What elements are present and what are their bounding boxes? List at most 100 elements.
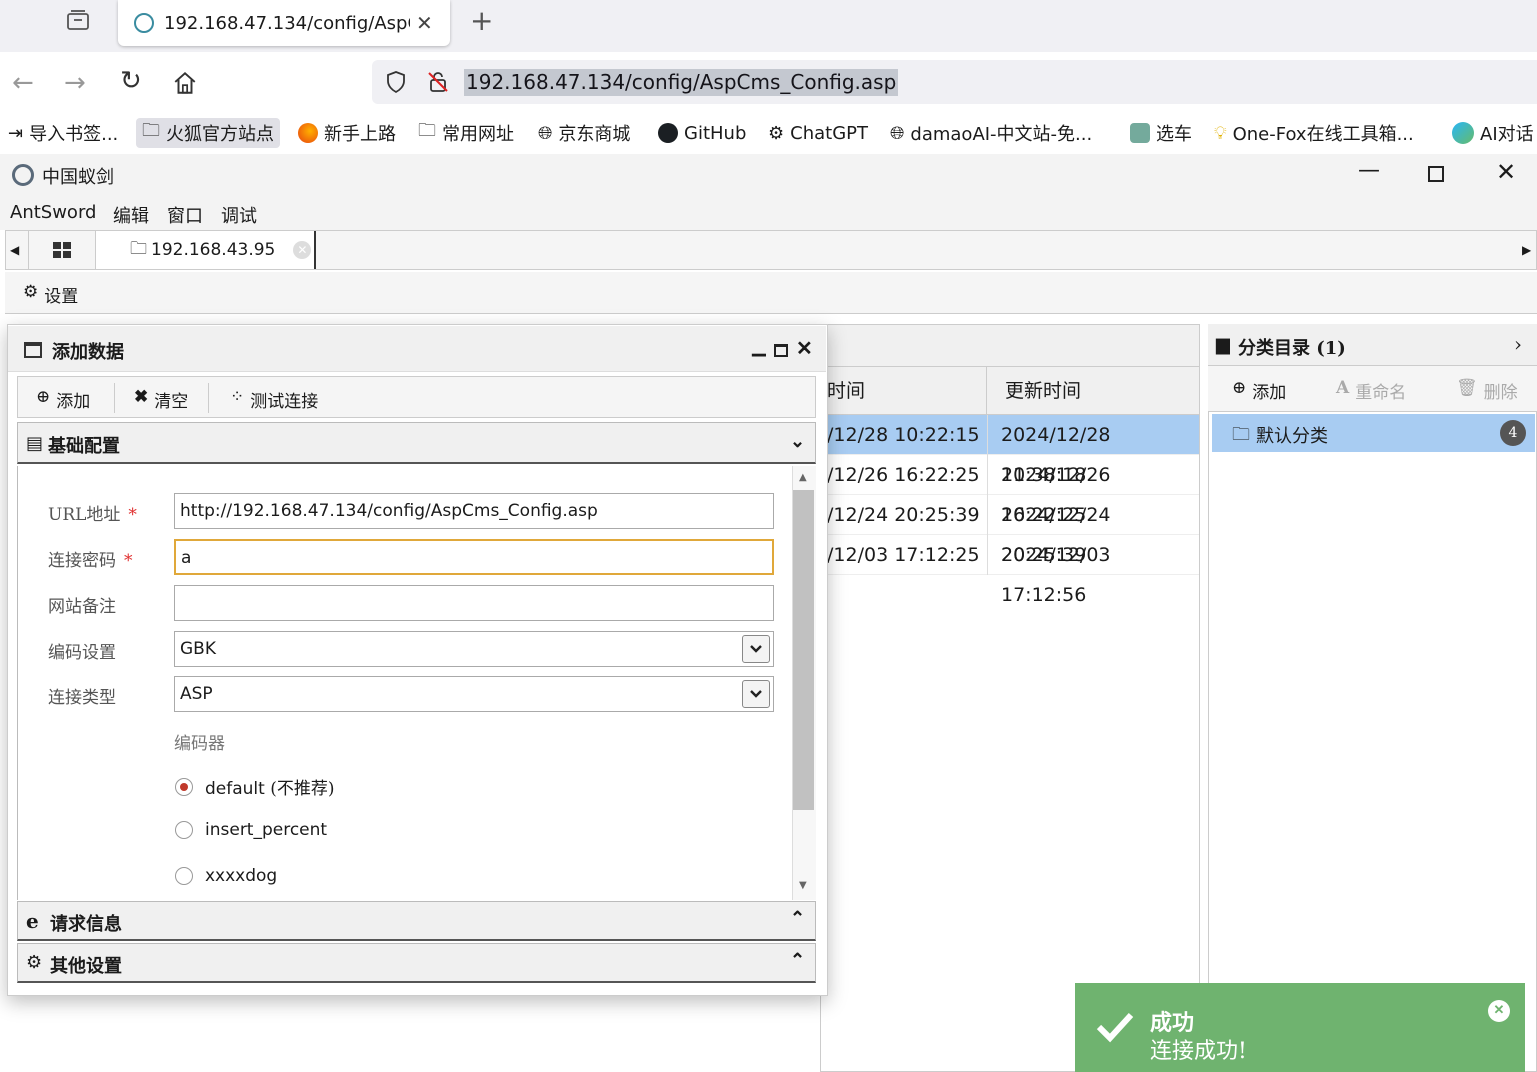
toast-close-icon[interactable]: ✕: [1488, 1000, 1510, 1022]
dialog-close-icon[interactable]: ✕: [796, 336, 813, 360]
plus-circle-icon: ⊕: [1232, 378, 1247, 398]
menu-debug[interactable]: 调试: [221, 202, 257, 228]
scrollbar-thumb[interactable]: [793, 490, 814, 810]
bookmark-jd[interactable]: 🌐︎ 京东商城: [538, 118, 630, 148]
radio-button[interactable]: [175, 867, 193, 885]
encoder-option-xxxxdog[interactable]: xxxxdog: [175, 866, 277, 886]
category-item-default[interactable]: 🗀 默认分类 4: [1212, 414, 1535, 452]
table-row[interactable]: /12/24 20:25:39 2024/12/24 20:25:39: [821, 495, 1199, 566]
forward-icon[interactable]: →: [64, 68, 86, 98]
url-input[interactable]: http://192.168.47.134/config/AspCms_Conf…: [174, 493, 774, 529]
tab-shell[interactable]: 🗀 192.168.43.95 ✕: [96, 231, 316, 269]
github-icon: [658, 123, 678, 143]
tab-scroll-right-icon[interactable]: ▶: [1522, 243, 1531, 257]
tab-home[interactable]: [28, 231, 96, 269]
column-updated-time[interactable]: 更新时间: [987, 367, 1199, 415]
bookmark-chatgpt[interactable]: ⚙︎ ChatGPT: [768, 118, 868, 148]
font-icon: A: [1336, 378, 1350, 398]
scroll-up-icon[interactable]: ▲: [799, 472, 807, 483]
table-row[interactable]: /12/03 17:12:25 2024/12/03 17:12:56: [821, 535, 1199, 606]
close-tab-icon[interactable]: ✕: [293, 241, 312, 259]
toolbar-divider: [114, 383, 115, 413]
bookmark-onefox[interactable]: 💡︎ One-Fox在线工具箱...: [1214, 118, 1414, 148]
encoding-value: GBK: [180, 639, 216, 659]
table-row[interactable]: /12/28 10:22:15 2024/12/28 11:38:18: [821, 415, 1199, 486]
category-count-badge: 4: [1500, 420, 1526, 446]
app-titlebar: 中国蚁剑 — ✕: [0, 154, 1537, 196]
dialog-maximize-icon[interactable]: [774, 344, 788, 357]
gear-icon: ⚙: [23, 282, 39, 302]
tab-shell-label: 192.168.43.95: [151, 240, 276, 260]
browser-tab[interactable]: 192.168.47.134/config/AspC ✕: [118, 0, 450, 46]
ai-icon: [1452, 122, 1474, 144]
category-title: 分类目录 (1): [1238, 338, 1346, 359]
tab-overview-icon[interactable]: [66, 8, 90, 32]
section-title: 基础配置: [48, 436, 120, 457]
bookmark-firefox-site[interactable]: 🗀 火狐官方站点: [136, 118, 280, 148]
check-icon: [1095, 1011, 1135, 1047]
note-input[interactable]: [174, 585, 774, 621]
collapse-panel-icon[interactable]: ›: [1514, 332, 1522, 356]
close-window-icon[interactable]: ✕: [1496, 158, 1516, 186]
clear-button[interactable]: ✖ 清空: [134, 387, 188, 412]
insecure-lock-icon[interactable]: [426, 70, 450, 94]
maximize-icon[interactable]: [1428, 166, 1444, 182]
back-icon[interactable]: ←: [12, 68, 34, 98]
shield-icon[interactable]: [384, 70, 408, 94]
bookmark-car[interactable]: 选车: [1130, 118, 1192, 148]
close-tab-icon[interactable]: ✕: [416, 11, 433, 35]
section-basic-config[interactable]: ▤ 基础配置 ⌄: [17, 422, 816, 464]
minimize-icon[interactable]: —: [1358, 158, 1380, 183]
new-tab-icon[interactable]: +: [470, 4, 493, 37]
firefox-icon: [298, 123, 318, 143]
spinner-icon: ⁘: [230, 387, 245, 407]
chevron-down-icon[interactable]: [742, 635, 770, 663]
bookmark-import[interactable]: ⇥ 导入书签...: [8, 118, 118, 148]
settings-toolbar: ⚙ 设置: [5, 272, 1537, 314]
test-connection-button[interactable]: ⁘ 测试连接: [230, 387, 318, 412]
grid-icon: [53, 242, 71, 258]
encoder-option-insert-percent[interactable]: insert_percent: [175, 820, 327, 840]
rename-category-button[interactable]: A 重命名: [1336, 378, 1406, 403]
chevron-down-icon: ⌄: [790, 431, 806, 452]
section-request-info[interactable]: e 请求信息 ⌃: [17, 901, 816, 941]
bookmark-ai-chat[interactable]: AI对话: [1452, 118, 1534, 148]
bookmark-getting-started[interactable]: 新手上路: [298, 118, 396, 148]
encoding-select[interactable]: GBK: [174, 631, 774, 667]
delete-category-button[interactable]: 🗑︎ 删除: [1456, 378, 1518, 403]
chevron-down-icon[interactable]: [742, 680, 770, 708]
globe-icon: 🌐︎: [890, 122, 905, 144]
settings-button[interactable]: ⚙ 设置: [23, 282, 78, 307]
column-created-time[interactable]: 时间: [821, 367, 987, 415]
menu-edit[interactable]: 编辑: [113, 202, 149, 228]
bookmark-common-sites[interactable]: 🗀 常用网址: [418, 118, 514, 148]
encoder-option-default[interactable]: default (不推荐): [175, 774, 335, 799]
type-label: 连接类型: [48, 688, 116, 708]
updated-cell: 2024/12/26 16:22:25: [1001, 464, 1111, 526]
bookmark-damaoai[interactable]: 🌐︎ damaoAI-中文站-免...: [890, 118, 1092, 148]
created-cell: /12/03 17:12:25: [827, 544, 980, 566]
folder-icon: 🗀: [1232, 424, 1250, 445]
url-text[interactable]: 192.168.47.134/config/AspCms_Config.asp: [464, 69, 899, 96]
tab-scroll-left-icon[interactable]: ◀: [10, 243, 19, 257]
toolbar-divider: [208, 383, 209, 413]
home-icon[interactable]: [172, 70, 198, 96]
dialog-titlebar[interactable]: 添加数据 ▁ ✕: [8, 326, 826, 372]
menu-window[interactable]: 窗口: [167, 202, 203, 228]
dialog-minimize-icon[interactable]: ▁: [752, 336, 766, 357]
section-other-settings[interactable]: ⚙ 其他设置 ⌃: [17, 943, 816, 983]
add-category-button[interactable]: ⊕ 添加: [1232, 378, 1286, 403]
connection-type-select[interactable]: ASP: [174, 676, 774, 712]
radio-button[interactable]: [175, 777, 193, 796]
table-row[interactable]: /12/26 16:22:25 2024/12/26 16:22:25: [821, 455, 1199, 526]
password-input[interactable]: a: [174, 539, 774, 575]
add-button[interactable]: ⊕ 添加: [36, 387, 90, 412]
reload-icon[interactable]: ↻: [120, 66, 142, 96]
menu-antsword[interactable]: AntSword: [10, 202, 96, 223]
radio-button[interactable]: [175, 821, 193, 839]
bookmark-github[interactable]: GitHub: [658, 118, 746, 148]
section-title: 其他设置: [50, 956, 122, 977]
section-title: 请求信息: [50, 914, 122, 935]
scroll-down-icon[interactable]: ▼: [799, 880, 807, 891]
panel-header: [821, 325, 1199, 367]
